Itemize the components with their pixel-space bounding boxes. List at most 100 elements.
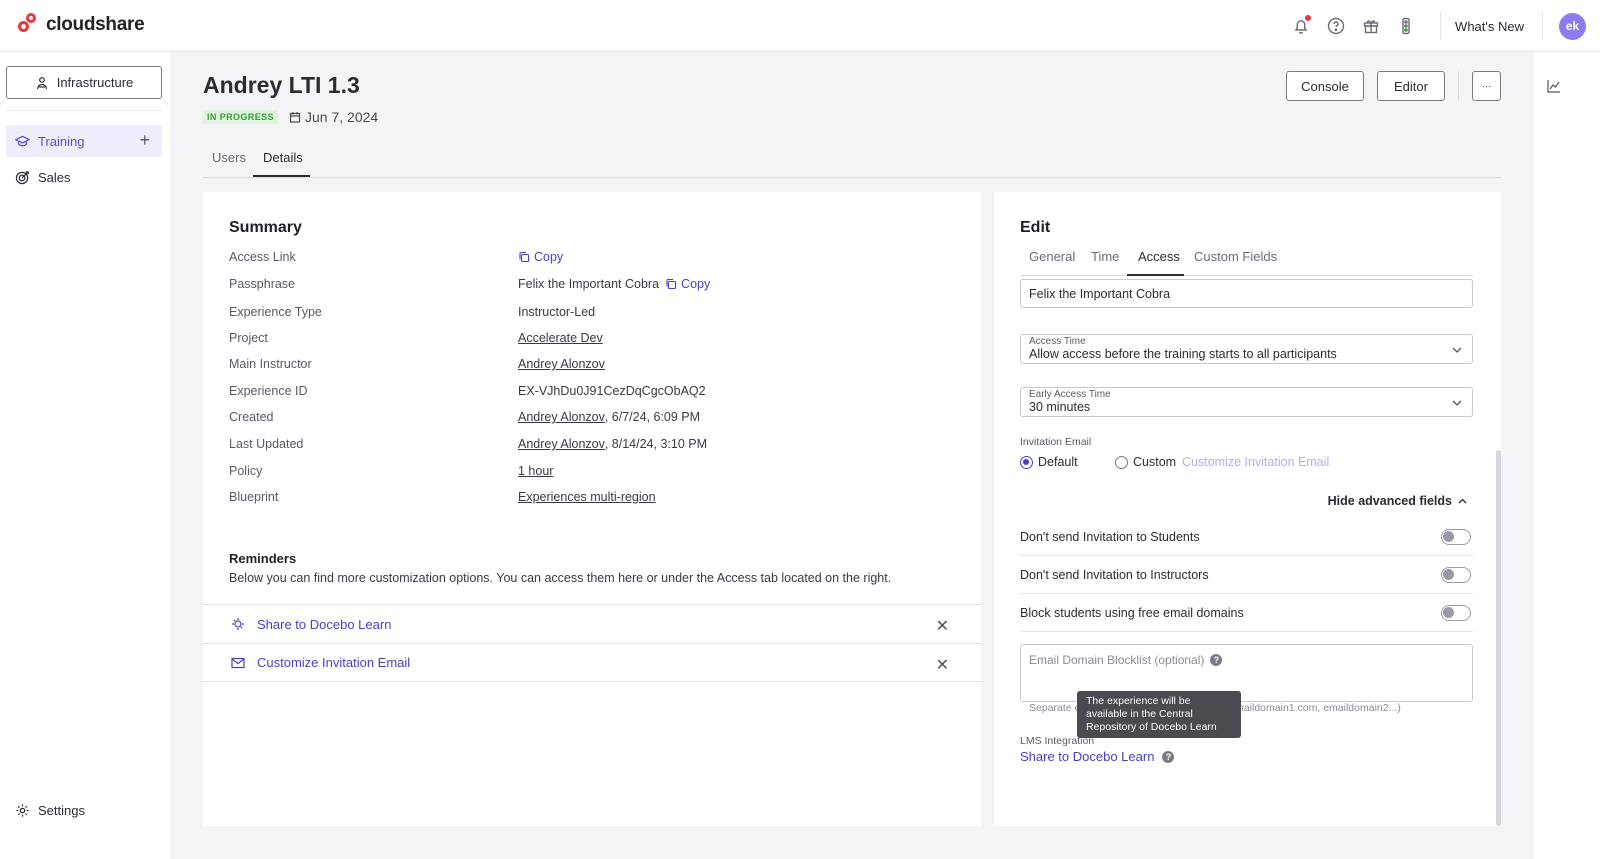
radio-default-label: Default [1038, 455, 1078, 469]
share-to-docebo-link[interactable]: Share to Docebo Learn ? [1020, 749, 1175, 764]
notifications-bell-icon[interactable] [1290, 15, 1312, 37]
radio-custom-label: Custom [1133, 455, 1177, 469]
infrastructure-button[interactable]: Infrastructure [6, 66, 162, 99]
close-icon[interactable]: ✕ [936, 616, 949, 636]
help-icon[interactable] [1325, 15, 1347, 37]
editor-button[interactable]: Editor [1377, 71, 1445, 101]
copy-passphrase-button[interactable]: Copy [665, 277, 710, 291]
tooltip: The experience will be available in the … [1077, 691, 1241, 738]
tab-custom-fields[interactable]: Custom Fields [1194, 249, 1277, 264]
sidebar-item-label: Settings [38, 802, 85, 818]
passphrase-text: Felix the Important Cobra [518, 277, 660, 291]
traffic-light-icon[interactable] [1395, 15, 1417, 37]
radio-custom[interactable]: Custom [1115, 455, 1176, 469]
hide-advanced-fields-toggle[interactable]: Hide advanced fields [1328, 494, 1467, 508]
brand-logo[interactable]: cloudshare [18, 13, 145, 37]
updated-by-link[interactable]: Andrey Alonzov [518, 437, 605, 451]
reminders-description: Below you can find more customization op… [229, 571, 892, 585]
tab-general[interactable]: General [1029, 249, 1075, 264]
switch-row-block-domains: Block students using free email domains [1020, 595, 1473, 632]
page-title: Andrey LTI 1.3 [203, 72, 360, 98]
analytics-chart-icon[interactable] [1547, 79, 1561, 93]
reminder-share-docebo[interactable]: Share to Docebo Learn ✕ [203, 604, 981, 643]
reminder-label: Customize Invitation Email [257, 655, 411, 670]
edit-title: Edit [1020, 219, 1051, 236]
blocklist-helper-start: Separate e [1029, 702, 1081, 714]
tab-details[interactable]: Details [263, 150, 303, 165]
dont-send-students-toggle[interactable] [1441, 529, 1471, 545]
policy-label: Policy [229, 464, 263, 478]
reminder-label: Share to Docebo Learn [257, 616, 392, 632]
scrollbar[interactable] [1496, 450, 1501, 826]
created-by-link[interactable]: Andrey Alonzov [518, 410, 605, 424]
switch-row-students: Don't send Invitation to Students [1020, 519, 1473, 556]
tab-access[interactable]: Access [1138, 249, 1180, 264]
blueprint-link[interactable]: Experiences multi-region [518, 490, 656, 504]
chevron-down-icon [1452, 400, 1462, 406]
sidebar-item-label: Training [38, 133, 85, 149]
whats-new-link[interactable]: What's New [1455, 19, 1524, 34]
envelope-icon [231, 657, 245, 668]
tab-users[interactable]: Users [212, 150, 246, 165]
tab-time[interactable]: Time [1091, 249, 1119, 264]
access-link-value: Copy [518, 250, 563, 264]
copy-access-link-button[interactable]: Copy [518, 250, 563, 264]
experience-id-value: EX-VJhDu0J91CezDqCgcObAQ2 [518, 384, 706, 398]
early-access-time-label: Early Access Time [1029, 389, 1111, 400]
block-free-domains-toggle[interactable] [1441, 605, 1471, 621]
active-tab-indicator [1127, 274, 1184, 276]
policy-link[interactable]: 1 hour [518, 464, 553, 478]
experience-type-label: Experience Type [229, 305, 322, 319]
switch-label: Don't send Invitation to Instructors [1020, 568, 1209, 582]
access-time-label: Access Time [1029, 336, 1086, 347]
created-value: Andrey Alonzov , 6/7/24, 6:09 PM [518, 410, 700, 424]
radio-default[interactable]: Default [1020, 455, 1078, 469]
early-access-time-value: 30 minutes [1029, 400, 1091, 414]
status-badge: IN PROGRESS [203, 110, 278, 124]
copy-icon [519, 251, 530, 263]
early-access-time-select[interactable]: Early Access Time 30 minutes [1020, 387, 1473, 417]
close-icon[interactable]: ✕ [936, 655, 949, 675]
topbar-divider [1542, 12, 1543, 40]
sidebar-item-sales[interactable]: Sales [6, 161, 162, 193]
passphrase-field[interactable]: Felix the Important Cobra [1020, 279, 1473, 308]
copy-icon [666, 278, 677, 290]
access-time-value: Allow access before the training starts … [1029, 347, 1337, 361]
main-instructor-link[interactable]: Andrey Alonzov [518, 357, 605, 371]
user-avatar[interactable]: ek [1559, 12, 1586, 40]
sidebar-item-settings[interactable]: Settings [6, 794, 162, 826]
project-link[interactable]: Accelerate Dev [518, 331, 603, 345]
main-instructor-label: Main Instructor [229, 357, 312, 371]
share-icon [232, 618, 244, 630]
passphrase-label: Passphrase [229, 277, 296, 291]
customize-invitation-email-link[interactable]: Customize Invitation Email [1182, 455, 1329, 469]
summary-card: Summary Access Link Copy Passphrase Feli… [203, 192, 981, 826]
switch-label: Don't send Invitation to Students [1020, 530, 1200, 544]
date-display: Jun 7, 2024 [289, 109, 378, 125]
passphrase-value: Felix the Important Cobra Copy [518, 277, 710, 291]
sidebar-item-training[interactable]: Training + [6, 125, 162, 157]
updated-date: , 8/14/24, 3:10 PM [604, 437, 708, 451]
right-rail [1534, 52, 1600, 859]
help-icon[interactable]: ? [1210, 654, 1223, 666]
switch-row-instructors: Don't send Invitation to Instructors [1020, 557, 1473, 594]
reminder-customize-email[interactable]: Customize Invitation Email ✕ [203, 643, 981, 682]
gift-icon[interactable] [1360, 15, 1382, 37]
blueprint-label: Blueprint [229, 490, 279, 504]
access-time-select[interactable]: Access Time Allow access before the trai… [1020, 334, 1473, 364]
reminders-title: Reminders [229, 551, 297, 566]
hide-advanced-label: Hide advanced fields [1327, 494, 1452, 508]
main-content: Andrey LTI 1.3 IN PROGRESS Jun 7, 2024 C… [170, 52, 1534, 859]
summary-title: Summary [229, 219, 302, 236]
graduation-cap-icon [15, 135, 30, 146]
help-icon[interactable]: ? [1162, 750, 1175, 763]
notification-dot [1305, 15, 1312, 21]
infrastructure-label: Infrastructure [56, 75, 134, 90]
brand-name: cloudshare [46, 14, 145, 35]
date-text: Jun 7, 2024 [305, 109, 379, 125]
add-training-plus-icon[interactable]: + [139, 131, 150, 149]
console-button[interactable]: Console [1286, 71, 1364, 101]
dont-send-instructors-toggle[interactable] [1441, 567, 1471, 583]
more-options-button[interactable]: ··· [1472, 71, 1501, 101]
radio-custom-circle [1115, 455, 1128, 469]
